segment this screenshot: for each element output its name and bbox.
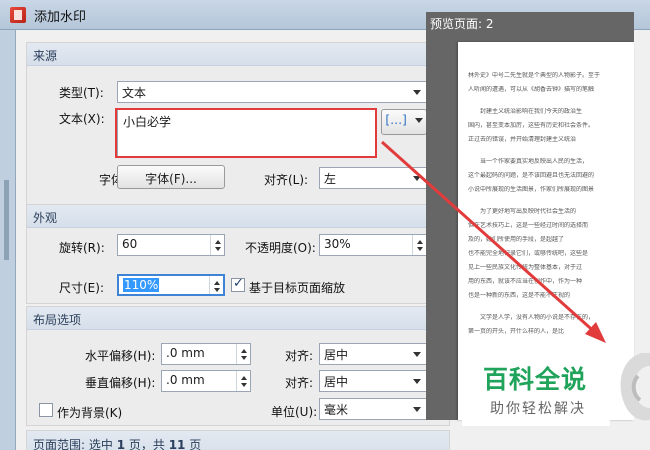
spinner-separator <box>412 235 413 255</box>
appearance-group: 外观 旋转(R): 60 不透明度(O): 30% 尺寸(E): 110% 基于… <box>26 204 450 304</box>
spin-down-icon[interactable] <box>241 383 247 387</box>
background-label: 作为背景(K) <box>57 406 123 420</box>
h-align-value: 居中 <box>324 348 349 362</box>
h-offset-value: .0 mm <box>166 346 205 360</box>
rotation-spinner[interactable]: 60 <box>117 234 225 256</box>
appearance-heading: 外观 <box>27 205 449 228</box>
h-offset-spinner[interactable]: .0 mm <box>161 343 251 365</box>
page-range-text: 页面范围: 选中 1 页，共 11 页 <box>27 431 449 450</box>
scale-checkbox[interactable] <box>231 276 245 292</box>
align-select[interactable]: 左 <box>319 167 427 189</box>
h-align-select[interactable]: 居中 <box>319 343 427 365</box>
align-value: 左 <box>324 172 337 186</box>
unit-label: 单位(U): <box>271 405 318 419</box>
v-align-label: 对齐: <box>285 376 314 390</box>
spin-up-icon[interactable] <box>241 376 247 380</box>
page-range-total: 11 <box>168 438 186 450</box>
unit-value: 毫米 <box>324 403 349 417</box>
page-text-line: 人听闻的遭遇，可以从《胡香去钟》描写的笔触 <box>468 86 595 93</box>
spin-up-icon[interactable] <box>417 240 423 244</box>
spinner-separator <box>236 344 237 364</box>
h-align-label: 对齐: <box>285 349 314 363</box>
preview-heading: 预览页面: 2 <box>430 17 494 31</box>
layout-group: 布局选项 水平偏移(H): .0 mm 对齐: 居中 垂直偏移(H): .0 m… <box>26 306 450 426</box>
chevron-down-icon <box>413 90 421 95</box>
brand-logo-icon <box>620 353 650 421</box>
pdf-app-icon <box>10 7 26 23</box>
insert-field-icon: […] <box>385 113 407 127</box>
spin-down-icon[interactable] <box>214 288 220 292</box>
chevron-down-icon <box>413 379 421 384</box>
page-range-group: 页面范围: 选中 1 页，共 11 页 <box>26 430 450 450</box>
spin-up-icon[interactable] <box>214 281 220 285</box>
page-text-line: 第一页的开头，开什么样的人，是比 <box>468 328 565 335</box>
layout-heading: 布局选项 <box>27 307 449 330</box>
size-label: 尺寸(E): <box>59 281 104 295</box>
opacity-value: 30% <box>324 237 351 251</box>
unit-select[interactable]: 毫米 <box>319 398 427 420</box>
page-range-suffix: 页 <box>185 438 202 450</box>
page-text-line: 封建主义统治影响在我们今天的政治生 <box>480 108 583 115</box>
page-text-line: 林外史》中号二先生就是个典型的人物影子。至于 <box>468 72 601 79</box>
scale-checkbox-label: 基于目标页面缩放 <box>249 281 346 295</box>
v-offset-label: 垂直偏移(H): <box>85 376 156 390</box>
chevron-down-icon <box>413 352 421 357</box>
spin-down-icon[interactable] <box>215 247 221 251</box>
insert-field-button[interactable]: […] <box>381 109 427 135</box>
type-value: 文本 <box>122 86 147 100</box>
page-text-line: 正过去的错误，并开始清理封建主义统治 <box>468 136 577 143</box>
v-offset-value: .0 mm <box>166 373 205 387</box>
page-range-prefix: 页面范围: 选中 <box>33 438 117 450</box>
watermark-brand: 百科全说 <box>483 365 588 394</box>
source-group: 来源 类型(T): 文本 文本(X): 小白必学 […] 字体(F): 字体(F… <box>26 42 450 226</box>
page-text-line: 这个最起码的问题，是不该回避且也无法回避的 <box>468 172 595 179</box>
page-text-line: 国内，甚至变本加厉，这些有历史和社会条件。 <box>468 122 595 129</box>
spinner-separator <box>236 371 237 391</box>
page-text-line: 为了更好地写出反映时代社会生活的 <box>480 208 577 215</box>
type-label: 类型(T): <box>59 86 104 100</box>
font-button[interactable]: 字体(F)... <box>117 165 225 189</box>
v-align-value: 居中 <box>324 375 349 389</box>
watermark-text-input[interactable]: 小白必学 <box>117 108 377 158</box>
page-text-line: 当一个作家要真实地反映出人民的生活， <box>480 158 589 165</box>
spin-up-icon[interactable] <box>241 349 247 353</box>
background-checkbox[interactable] <box>39 403 53 417</box>
page-range-middle: 页，共 <box>125 438 169 450</box>
size-value: 110% <box>123 278 160 292</box>
watermark-slogan: 助你轻松解决 <box>490 401 586 417</box>
rotation-value: 60 <box>122 237 138 251</box>
page-text-line: 但在艺术技巧上，这是一些经过时间的选择而 <box>468 222 589 229</box>
watermark-text-value: 小白必学 <box>123 115 172 129</box>
align-label: 对齐(L): <box>264 173 309 187</box>
spinner-separator <box>209 276 210 294</box>
spinner-separator <box>210 235 211 255</box>
page-range-selected: 1 <box>116 438 126 450</box>
v-offset-spinner[interactable]: .0 mm <box>161 370 251 392</box>
page-text-line: 小说中所展现的生活图景，作家们所展现的图景 <box>468 186 595 193</box>
window-title: 添加水印 <box>34 10 87 25</box>
chevron-down-icon <box>413 176 421 181</box>
opacity-label: 不透明度(O): <box>245 241 316 255</box>
chevron-down-icon <box>413 407 421 412</box>
spin-up-icon[interactable] <box>215 240 221 244</box>
v-align-select[interactable]: 居中 <box>319 370 427 392</box>
h-offset-label: 水平偏移(H): <box>85 349 156 363</box>
page-text-line: 用的东西，就该不应当在创作中，作为一种 <box>468 278 583 285</box>
page-text-line: 见上一些民族文化传统为整体基本，对于过 <box>468 264 583 271</box>
page-text-line: 也是一种新的东西，这是不能不正视的 <box>468 292 571 299</box>
spin-down-icon[interactable] <box>241 356 247 360</box>
chevron-down-icon <box>414 118 423 123</box>
rotation-label: 旋转(R): <box>59 241 105 255</box>
scroll-thumb[interactable] <box>4 180 9 260</box>
size-spinner[interactable]: 110% <box>117 274 225 296</box>
window-frame-left <box>0 30 16 450</box>
opacity-spinner[interactable]: 30% <box>319 234 427 256</box>
type-select[interactable]: 文本 <box>117 81 427 103</box>
page-text-line: 文学是人学，没有人物的小说是不存在的， <box>480 314 595 321</box>
source-heading: 来源 <box>27 43 449 66</box>
spin-down-icon[interactable] <box>417 247 423 251</box>
page-text-line: 也不能完全地记录它们，或够传统吧，这些是 <box>468 250 589 257</box>
text-label: 文本(X): <box>59 112 105 126</box>
page-text-line: 及的，她们所使用的手段，是超越了 <box>468 236 565 243</box>
